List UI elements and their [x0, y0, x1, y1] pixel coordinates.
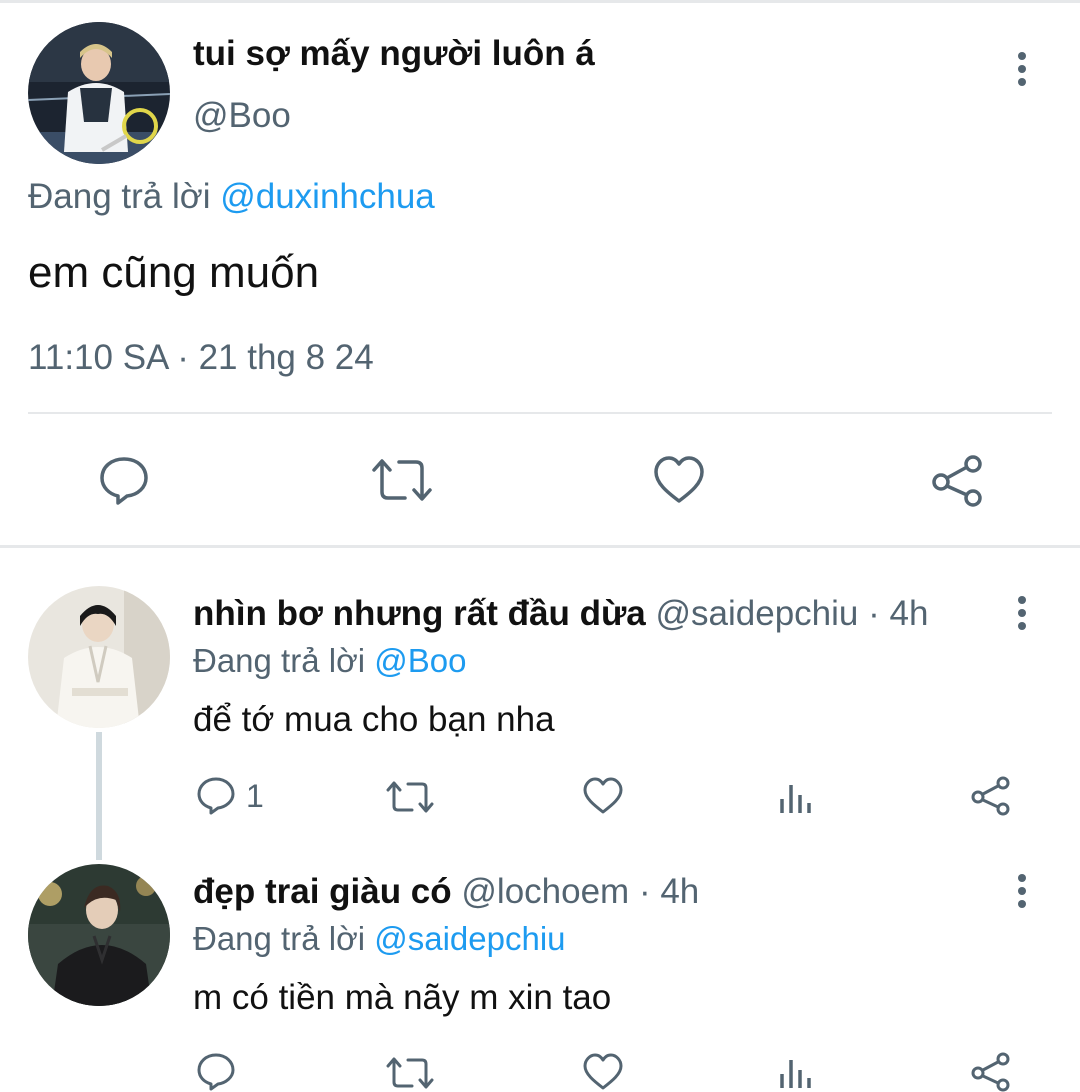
- reply-header: nhìn bơ nhưng rất đầu dừa @saidepchiu · …: [193, 594, 928, 634]
- share-icon[interactable]: [970, 776, 1012, 816]
- tweet-timestamp[interactable]: 11:10 SA · 21 thg 8 24: [28, 338, 374, 378]
- replying-to-mention[interactable]: @saidepchiu: [374, 920, 565, 957]
- display-name[interactable]: tui sợ mấy người luôn á: [193, 34, 595, 74]
- top-divider: [0, 0, 1080, 3]
- section-divider: [0, 545, 1080, 548]
- replying-to-mention[interactable]: @Boo: [374, 642, 466, 679]
- display-name[interactable]: nhìn bơ nhưng rất đầu dừa: [193, 594, 646, 633]
- user-handle[interactable]: @saidepchiu: [656, 594, 859, 633]
- divider: [28, 412, 1052, 414]
- retweet-icon[interactable]: [386, 778, 434, 816]
- reply-age: · 4h: [638, 872, 700, 911]
- more-options-icon[interactable]: [1015, 596, 1029, 630]
- avatar[interactable]: [28, 864, 170, 1006]
- retweet-icon[interactable]: [386, 1054, 434, 1092]
- reply-button[interactable]: 1: [196, 776, 264, 816]
- replying-prefix: Đang trả lời: [193, 920, 366, 957]
- reply-header: đẹp trai giàu có @lochoem · 4h: [193, 872, 699, 912]
- more-options-icon[interactable]: [1015, 52, 1029, 86]
- reply-icon[interactable]: [98, 454, 150, 511]
- thread-connector: [96, 732, 102, 860]
- like-icon[interactable]: [583, 1053, 623, 1091]
- share-icon[interactable]: [970, 1052, 1012, 1092]
- replying-to-mention[interactable]: @duxinhchua: [220, 177, 435, 216]
- user-handle[interactable]: @Boo: [193, 96, 291, 136]
- replying-to: Đang trả lời @Boo: [193, 642, 466, 680]
- replying-to: Đang trả lời @duxinhchua: [28, 177, 435, 217]
- more-options-icon[interactable]: [1015, 874, 1029, 908]
- tweet-text: để tớ mua cho bạn nha: [193, 700, 555, 739]
- reply-count: 1: [246, 777, 264, 814]
- avatar[interactable]: [28, 586, 170, 728]
- user-handle[interactable]: @lochoem: [461, 872, 629, 911]
- share-icon[interactable]: [930, 455, 984, 512]
- replying-prefix: Đang trả lời: [28, 177, 211, 216]
- retweet-icon[interactable]: [371, 454, 433, 511]
- replying-to: Đang trả lời @saidepchiu: [193, 920, 566, 958]
- reply-age: · 4h: [868, 594, 929, 633]
- like-icon[interactable]: [653, 455, 705, 510]
- reply-icon[interactable]: [196, 1052, 236, 1092]
- analytics-icon[interactable]: [779, 779, 815, 815]
- analytics-icon[interactable]: [779, 1054, 815, 1090]
- like-icon[interactable]: [583, 777, 623, 815]
- replying-prefix: Đang trả lời: [193, 642, 366, 679]
- tweet-text: m có tiền mà nãy m xin tao: [193, 978, 612, 1017]
- display-name[interactable]: đẹp trai giàu có: [193, 872, 452, 911]
- tweet-text: em cũng muốn: [28, 248, 320, 297]
- avatar[interactable]: [28, 22, 170, 164]
- reply-icon: [197, 777, 235, 815]
